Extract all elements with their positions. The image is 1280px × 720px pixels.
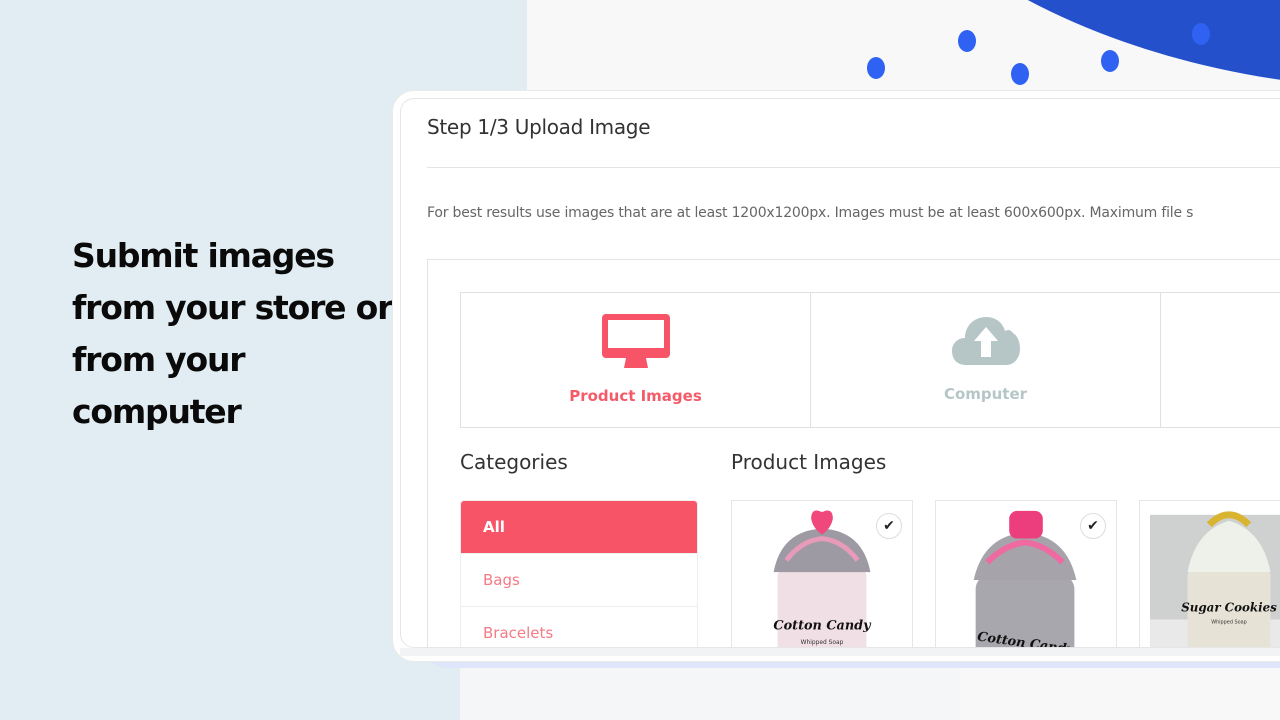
divider: [427, 167, 1280, 168]
source-panel: Product Images Computer Categories Produ…: [427, 259, 1280, 647]
product-label-text: Sugar Cookies: [1181, 601, 1277, 615]
dialog-bottom-edge: [400, 648, 1280, 656]
decorative-blue-blob: [800, 0, 1280, 90]
svg-text:Whipped Soap: Whipped Soap: [801, 640, 844, 646]
product-photo: Sugar Cookies Whipped Soap: [1150, 511, 1280, 647]
upload-dialog: Step 1/3 Upload Image For best results u…: [400, 98, 1280, 648]
step-title: Step 1/3 Upload Image: [427, 115, 651, 139]
selected-check-icon[interactable]: ✔: [1080, 513, 1106, 539]
selected-check-icon[interactable]: ✔: [876, 513, 902, 539]
source-tab-label: Product Images: [569, 387, 702, 405]
monitor-icon: [601, 313, 671, 375]
category-item-all[interactable]: All: [461, 501, 697, 554]
product-image-grid: Cotton Candy Whipped Soap ✔ Cotton Candy…: [731, 500, 1280, 647]
category-item-bags[interactable]: Bags: [461, 554, 697, 607]
source-tab-product-images[interactable]: Product Images: [461, 293, 811, 427]
product-image-card[interactable]: Sugar Cookies Whipped Soap: [1139, 500, 1280, 647]
svg-text:Whipped Soap: Whipped Soap: [1211, 619, 1247, 625]
product-image-card[interactable]: Cotton Candy Whipped Soap ✔: [731, 500, 913, 647]
category-list: All Bags Bracelets: [460, 500, 698, 647]
product-images-title: Product Images: [731, 450, 887, 474]
category-item-bracelets[interactable]: Bracelets: [461, 607, 697, 647]
source-tab-label: Computer: [943, 385, 1028, 403]
headline: Submit images from your store or from yo…: [72, 236, 393, 431]
product-image-card[interactable]: Cotton Candy ✔: [935, 500, 1117, 647]
source-tabs: Product Images Computer: [460, 292, 1280, 428]
categories-title: Categories: [460, 450, 568, 474]
cloud-upload-icon: [950, 313, 1022, 373]
card-shadow-secondary: [460, 668, 960, 720]
image-size-hint: For best results use images that are at …: [427, 205, 1194, 221]
product-label-text: Cotton Candy: [773, 618, 872, 633]
source-tab-computer[interactable]: Computer: [811, 293, 1161, 427]
source-tab-more[interactable]: [1161, 293, 1280, 427]
